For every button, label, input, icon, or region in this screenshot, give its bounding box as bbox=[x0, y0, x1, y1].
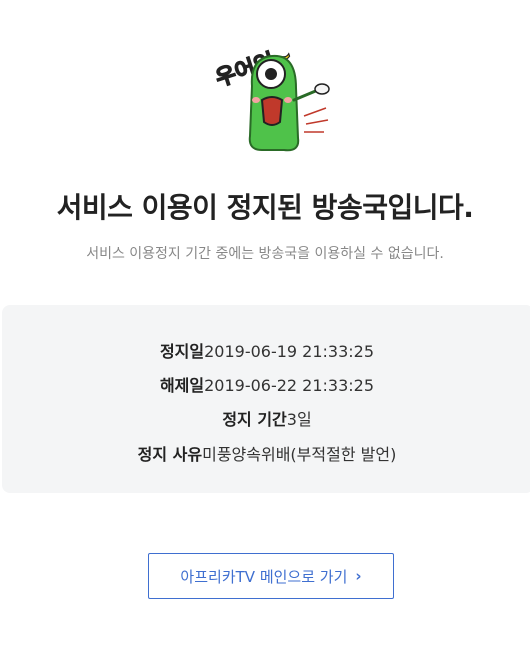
release-date-value: 2019-06-22 21:33:25 bbox=[204, 376, 375, 395]
reason-value: 미풍양속위배(부적절한 발언) bbox=[202, 445, 397, 464]
reason-row: 정지 사유미풍양속위배(부적절한 발언) bbox=[2, 441, 530, 465]
suspend-date-value: 2019-06-19 21:33:25 bbox=[204, 342, 375, 361]
go-to-main-button[interactable]: 아프리카TV 메인으로 가기 › bbox=[148, 553, 394, 599]
period-label: 정지 기간 bbox=[222, 410, 287, 429]
chevron-right-icon: › bbox=[355, 567, 362, 585]
suspend-date-label: 정지일 bbox=[159, 342, 205, 361]
period-row: 정지 기간3일 bbox=[2, 406, 530, 430]
suspend-date-row: 정지일2019-06-19 21:33:25 bbox=[2, 338, 530, 362]
suspension-info-box: 정지일2019-06-19 21:33:25 해제일2019-06-22 21:… bbox=[2, 305, 530, 493]
page-subtitle: 서비스 이용정지 기간 중에는 방송국을 이용하실 수 없습니다. bbox=[86, 246, 444, 262]
reason-label: 정지 사유 bbox=[137, 445, 203, 464]
period-value: 3일 bbox=[286, 410, 312, 429]
release-date-label: 해제일 bbox=[159, 376, 205, 395]
page-title: 서비스 이용이 정지된 방송국입니다. bbox=[56, 191, 474, 224]
suspended-station-page: 우어엉~ 서비스 이용이 정지된 방송국입니다. 서비스 이용정지 기간 중에는… bbox=[0, 0, 530, 658]
release-date-row: 해제일2019-06-22 21:33:25 bbox=[2, 372, 530, 396]
shocked-mascot-icon: 우어엉~ bbox=[200, 28, 340, 158]
go-to-main-label: 아프리카TV 메인으로 가기 bbox=[180, 567, 348, 586]
